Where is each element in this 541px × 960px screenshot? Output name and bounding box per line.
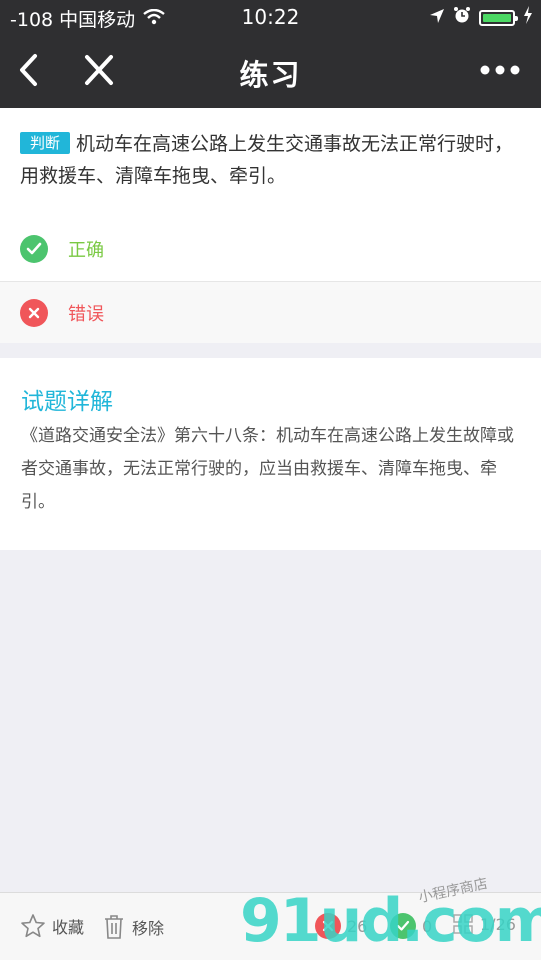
right-count-value: 0 bbox=[422, 916, 433, 936]
charging-icon bbox=[523, 6, 533, 29]
wrong-count[interactable]: 26 bbox=[315, 913, 367, 939]
option-wrong-label: 错误 bbox=[68, 303, 104, 325]
option-correct[interactable]: 正确 bbox=[0, 218, 541, 280]
favorite-label: 收藏 bbox=[52, 918, 85, 937]
star-icon bbox=[21, 914, 45, 938]
remove-label: 移除 bbox=[132, 919, 165, 938]
more-icon bbox=[480, 65, 520, 75]
explanation-text: 《道路交通安全法》第六十八条：机动车在高速公路上发生故障或者交通事故，无法正常行… bbox=[21, 426, 514, 512]
status-bar: -108 中国移动 10:22 bbox=[0, 0, 541, 34]
check-icon bbox=[20, 235, 48, 263]
question-text: 机动车在高速公路上发生交通事故无法正常行驶时，用救援车、清障车拖曳、牵引。 bbox=[20, 133, 514, 187]
question-type-badge: 判断 bbox=[20, 132, 71, 154]
bottom-toolbar: 收藏 移除 26 0 1/26 bbox=[0, 892, 541, 960]
close-icon bbox=[20, 298, 48, 327]
question-text-block: 判断 机动车在高速公路上发生交通事故无法正常行驶时，用救援车、清障车拖曳、牵引。 bbox=[20, 128, 520, 192]
option-correct-label: 正确 bbox=[68, 240, 104, 261]
explanation-section: 试题详解 《道路交通安全法》第六十八条：机动车在高速公路上发生故障或者交通事故，… bbox=[0, 358, 541, 550]
progress-indicator[interactable]: 1/26 bbox=[452, 913, 516, 935]
option-wrong[interactable]: 错误 bbox=[0, 281, 541, 343]
page-title: 练习 bbox=[239, 58, 302, 92]
more-button[interactable] bbox=[480, 56, 520, 88]
wrong-icon bbox=[315, 913, 341, 939]
grid-icon bbox=[453, 914, 473, 934]
explanation-title: 试题详解 bbox=[21, 389, 113, 415]
status-right bbox=[429, 6, 533, 29]
right-count[interactable]: 0 bbox=[390, 913, 432, 939]
progress-text: 1/26 bbox=[480, 914, 516, 934]
battery-icon bbox=[479, 9, 518, 26]
location-icon bbox=[429, 7, 445, 29]
alarm-icon bbox=[453, 6, 471, 29]
remove-button[interactable]: 移除 bbox=[102, 913, 164, 941]
trash-icon bbox=[105, 915, 123, 939]
check-icon bbox=[390, 913, 416, 939]
favorite-button[interactable]: 收藏 bbox=[20, 913, 84, 939]
nav-bar: 练习 bbox=[0, 34, 541, 108]
wrong-count-value: 26 bbox=[347, 916, 368, 936]
